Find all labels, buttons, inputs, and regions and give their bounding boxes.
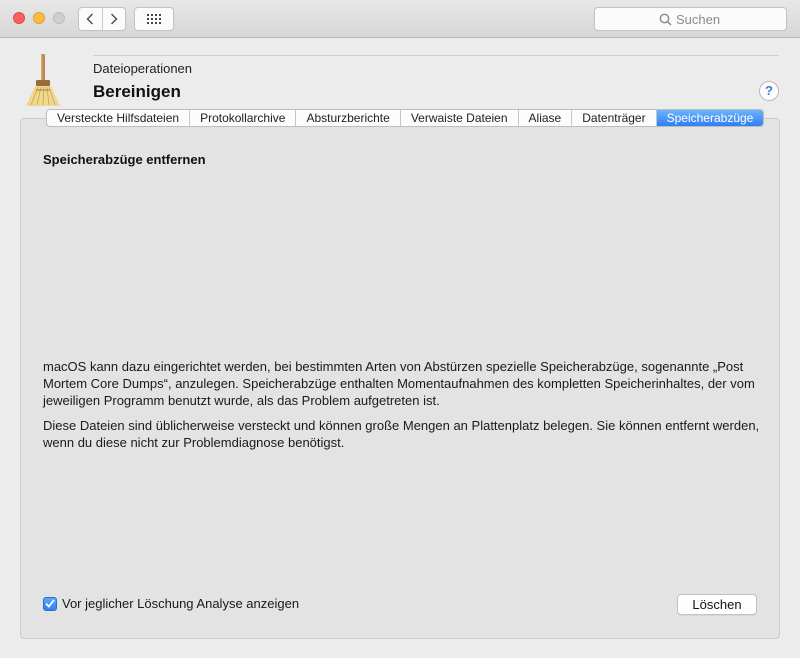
checkmark-icon <box>45 599 55 608</box>
analysis-checkbox-label[interactable]: Vor jeglicher Löschung Analyse anzeigen <box>62 596 299 611</box>
tab-aliase[interactable]: Aliase <box>519 110 573 126</box>
forward-button[interactable] <box>101 8 126 30</box>
tab-absturzberichte[interactable]: Absturzberichte <box>296 110 401 126</box>
tab-protokollarchive[interactable]: Protokollarchive <box>190 110 297 126</box>
analysis-option[interactable]: Vor jeglicher Löschung Analyse anzeigen <box>43 596 299 611</box>
close-window-button[interactable] <box>13 12 25 24</box>
back-button[interactable] <box>79 8 102 30</box>
broom-icon <box>26 54 60 106</box>
tab-verwaiste-dateien[interactable]: Verwaiste Dateien <box>401 110 519 126</box>
minimize-window-button[interactable] <box>33 12 45 24</box>
navigation-buttons <box>78 7 126 31</box>
chevron-right-icon <box>110 13 118 25</box>
show-all-button[interactable] <box>134 7 174 31</box>
section-title: Speicherabzüge entfernen <box>43 152 206 167</box>
help-button[interactable]: ? <box>759 81 779 101</box>
tab-bar: Versteckte Hilfsdateien Protokollarchive… <box>46 109 765 127</box>
tab-speicherabzuege[interactable]: Speicherabzüge <box>656 110 764 126</box>
analysis-checkbox[interactable] <box>43 596 57 611</box>
description-paragraph-2: Diese Dateien sind üblicherweise verstec… <box>43 418 760 450</box>
category-label: Dateioperationen <box>93 61 193 76</box>
tab-versteckte-hilfsdateien[interactable]: Versteckte Hilfsdateien <box>47 110 191 126</box>
page-title: Bereinigen <box>93 82 181 101</box>
description-paragraph-1: macOS kann dazu eingerichtet werden, bei… <box>43 359 755 408</box>
search-input[interactable] <box>676 11 722 27</box>
tab-datentraeger[interactable]: Datenträger <box>572 110 657 126</box>
window: Dateioperationen Bereinigen ? Versteckte… <box>0 0 800 658</box>
delete-button[interactable]: Löschen <box>677 594 757 615</box>
search-icon <box>659 13 672 26</box>
zoom-window-button[interactable] <box>53 12 65 24</box>
toolbar <box>0 0 800 38</box>
search-field[interactable] <box>594 7 787 31</box>
grid-icon <box>147 14 161 24</box>
chevron-left-icon <box>86 13 94 25</box>
header-divider <box>93 55 779 56</box>
